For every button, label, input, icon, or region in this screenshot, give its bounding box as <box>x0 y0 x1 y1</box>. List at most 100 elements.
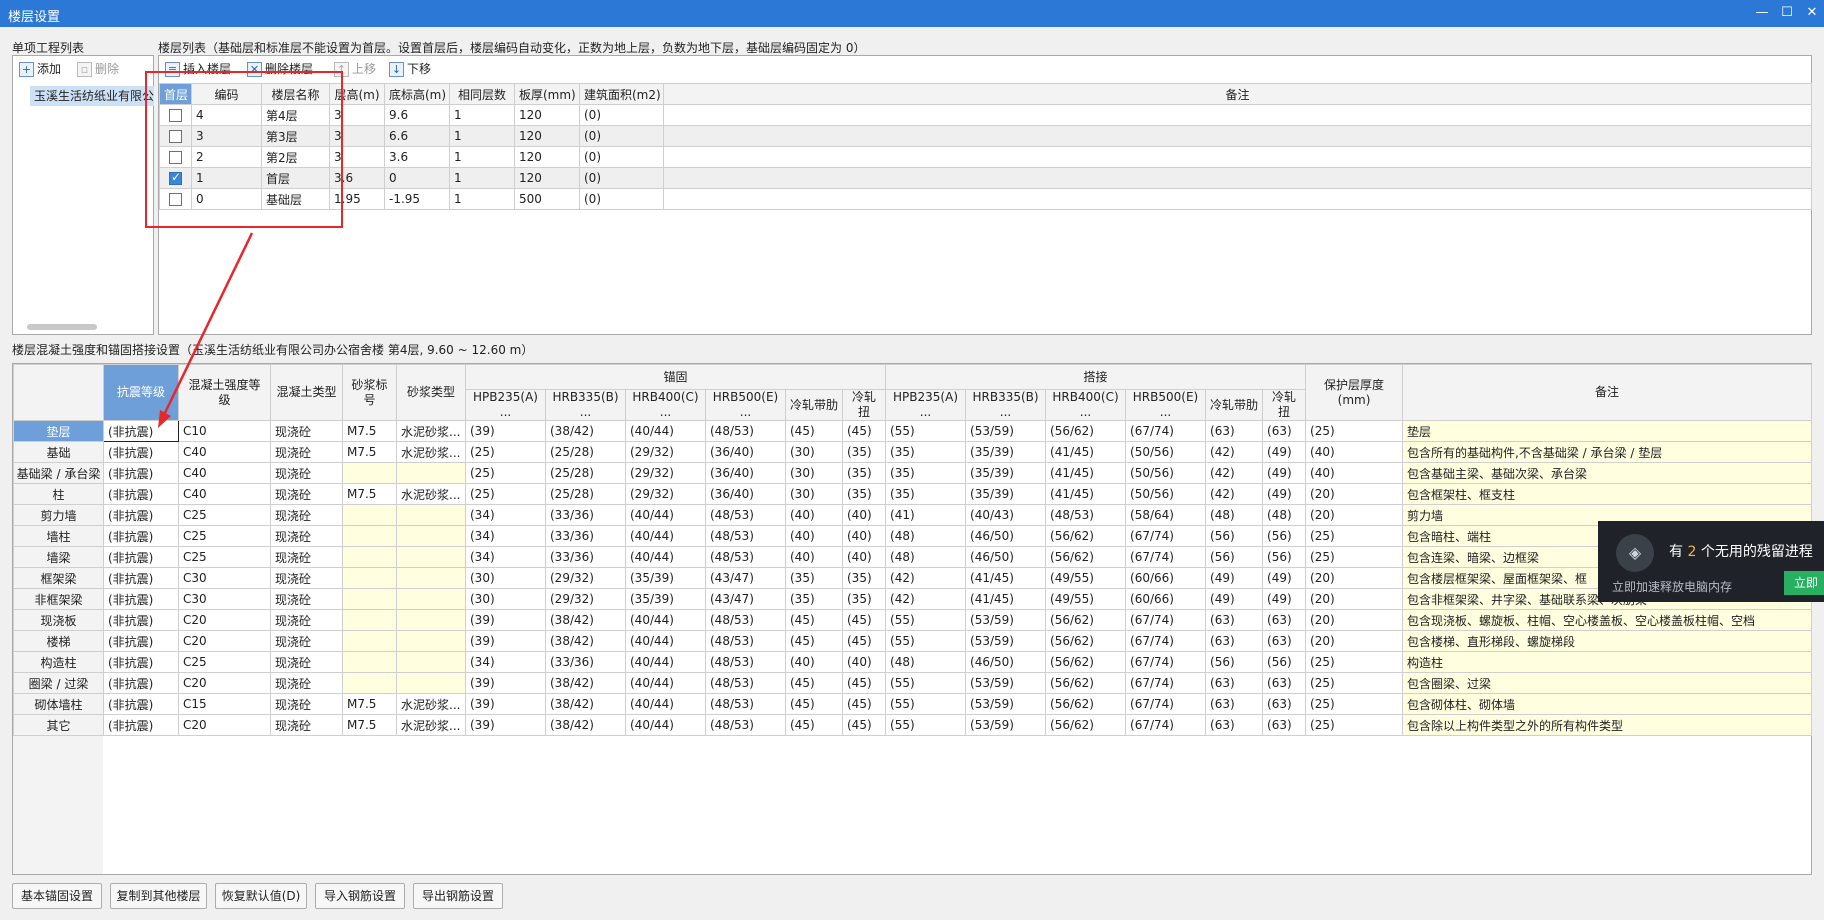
lap-cell[interactable]: (56) <box>1205 546 1264 568</box>
building-area-cell[interactable]: (0) <box>579 188 664 210</box>
anchor-cell[interactable]: (35) <box>841 588 887 610</box>
same-count-cell[interactable]: 1 <box>449 104 515 126</box>
anchor-cell[interactable]: (29/32) <box>625 441 706 463</box>
rebar-row[interactable]: 墙柱 (非抗震) C25 现浇砼 (34) (33/36) (40/44) (48/53) (4… <box>13 525 1812 547</box>
anchor-cell[interactable]: (40/44) <box>625 672 706 694</box>
lap-cell[interactable]: (41/45) <box>1045 462 1127 484</box>
concrete-grade-cell[interactable]: C20 <box>178 630 271 652</box>
anchor-cell[interactable]: (40) <box>841 651 887 673</box>
floor-row[interactable]: 4 第4层 3 9.6 1 120 (0) <box>159 104 1812 126</box>
lap-cell[interactable]: (46/50) <box>965 546 1047 568</box>
lap-cell[interactable]: (63) <box>1262 693 1307 715</box>
rebar-note-cell[interactable]: 构造柱 <box>1402 651 1812 673</box>
mortar-grade-cell[interactable] <box>342 567 397 589</box>
bottom-elevation-cell[interactable]: 9.6 <box>384 104 450 126</box>
rebar-row[interactable]: 垫层 (非抗震) C10 现浇砼 M7.5 水泥砂浆... (39) (38/42) (40/4… <box>13 420 1812 442</box>
anchor-cell[interactable]: (48/53) <box>705 651 786 673</box>
anchor-cell[interactable]: (34) <box>465 546 546 568</box>
lap-cell[interactable]: (49) <box>1262 462 1307 484</box>
lap-cell[interactable]: (63) <box>1205 714 1264 736</box>
rebar-note-cell[interactable]: 包含楼梯、直形梯段、螺旋梯段 <box>1402 630 1812 652</box>
mortar-grade-cell[interactable]: M7.5 <box>342 420 397 442</box>
col-anchor-hrb335[interactable]: HRB335(B) ... <box>545 389 626 421</box>
lap-cell[interactable]: (56/62) <box>1045 651 1127 673</box>
anchor-cell[interactable]: (38/42) <box>545 672 626 694</box>
col-mortar-grade[interactable]: 砂浆标号 <box>342 364 397 421</box>
lap-cell[interactable]: (53/59) <box>965 672 1047 694</box>
mortar-grade-cell[interactable] <box>342 525 397 547</box>
lap-cell[interactable]: (42) <box>1205 483 1264 505</box>
lap-cell[interactable]: (55) <box>885 672 967 694</box>
anchor-cell[interactable]: (40/44) <box>625 420 706 442</box>
seismic-cell[interactable]: (非抗震) <box>103 672 179 694</box>
anchor-cell[interactable]: (33/36) <box>545 546 626 568</box>
col-lap-hrb335[interactable]: HRB335(B) ... <box>965 389 1047 421</box>
anchor-cell[interactable]: (36/40) <box>705 483 786 505</box>
anchor-cell[interactable]: (38/42) <box>545 630 626 652</box>
mortar-grade-cell[interactable]: M7.5 <box>342 483 397 505</box>
concrete-type-cell[interactable]: 现浇砼 <box>270 525 343 547</box>
row-header[interactable]: 剪力墙 <box>13 504 104 526</box>
export-rebar-button[interactable]: 导出钢筋设置 <box>413 883 503 909</box>
anchor-cell[interactable]: (40/44) <box>625 714 706 736</box>
building-area-cell[interactable]: (0) <box>579 146 664 168</box>
lap-cell[interactable]: (63) <box>1262 420 1307 442</box>
rebar-row[interactable]: 框架梁 (非抗震) C30 现浇砼 (30) (29/32) (35/39) (43/47)(… <box>13 567 1812 589</box>
lap-cell[interactable]: (67/74) <box>1125 546 1207 568</box>
anchor-cell[interactable]: (48/53) <box>705 420 786 442</box>
mortar-grade-cell[interactable] <box>342 672 397 694</box>
lap-cell[interactable]: (40/43) <box>965 504 1047 526</box>
concrete-grade-cell[interactable]: C10 <box>178 420 271 442</box>
lap-cell[interactable]: (58/64) <box>1125 504 1207 526</box>
lap-cell[interactable]: (67/74) <box>1125 714 1207 736</box>
protect-thickness-cell[interactable]: (25) <box>1305 420 1404 442</box>
row-header[interactable]: 其它 <box>13 714 104 736</box>
row-header[interactable]: 垫层 <box>13 420 104 442</box>
lap-cell[interactable]: (60/66) <box>1125 588 1207 610</box>
close-button[interactable]: ✕ <box>1800 2 1824 24</box>
rebar-note-cell[interactable]: 包含除以上构件类型之外的所有构件类型 <box>1402 714 1812 736</box>
mortar-type-cell[interactable] <box>396 651 466 673</box>
anchor-cell[interactable]: (35/39) <box>625 588 706 610</box>
concrete-grade-cell[interactable]: C25 <box>178 546 271 568</box>
lap-cell[interactable]: (41/45) <box>965 588 1047 610</box>
col-mortar-type[interactable]: 砂浆类型 <box>396 364 466 421</box>
anchor-cell[interactable]: (35) <box>841 462 887 484</box>
lap-cell[interactable]: (35/39) <box>965 462 1047 484</box>
col-building-area[interactable]: 建筑面积(m2) <box>579 83 664 105</box>
lap-cell[interactable]: (41) <box>885 504 967 526</box>
anchor-cell[interactable]: (39) <box>465 672 546 694</box>
lap-cell[interactable]: (56) <box>1262 651 1307 673</box>
rebar-row[interactable]: 其它 (非抗震) C20 现浇砼 M7.5 水泥砂浆... (39) (38/42) (40/4… <box>13 714 1812 736</box>
protect-thickness-cell[interactable]: (40) <box>1305 441 1404 463</box>
anchor-cell[interactable]: (35) <box>841 483 887 505</box>
lap-cell[interactable]: (63) <box>1262 630 1307 652</box>
mortar-type-cell[interactable] <box>396 504 466 526</box>
anchor-cell[interactable]: (40/44) <box>625 504 706 526</box>
lap-cell[interactable]: (35) <box>885 483 967 505</box>
anchor-cell[interactable]: (38/42) <box>545 693 626 715</box>
protect-thickness-cell[interactable]: (20) <box>1305 567 1404 589</box>
col-anchor-cold-ribbed[interactable]: 冷轧带肋 <box>785 389 843 421</box>
col-lap-cold-twisted[interactable]: 冷轧扭 <box>1262 389 1307 421</box>
seismic-cell[interactable]: (非抗震) <box>103 420 179 442</box>
concrete-grade-cell[interactable]: C25 <box>178 504 271 526</box>
rebar-row[interactable]: 非框架梁 (非抗震) C30 现浇砼 (30) (29/32) (35/39) (43/47)… <box>13 588 1812 610</box>
lap-cell[interactable]: (55) <box>885 609 967 631</box>
mortar-type-cell[interactable] <box>396 609 466 631</box>
same-count-cell[interactable]: 1 <box>449 188 515 210</box>
lap-cell[interactable]: (56/62) <box>1045 546 1127 568</box>
rebar-note-cell[interactable]: 包含基础主梁、基础次梁、承台梁 <box>1402 462 1812 484</box>
concrete-type-cell[interactable]: 现浇砼 <box>270 651 343 673</box>
concrete-grade-cell[interactable]: C15 <box>178 693 271 715</box>
col-note[interactable]: 备注 <box>663 83 1812 105</box>
anchor-cell[interactable]: (29/32) <box>625 462 706 484</box>
concrete-grade-cell[interactable]: C40 <box>178 441 271 463</box>
lap-cell[interactable]: (49) <box>1205 567 1264 589</box>
lap-cell[interactable]: (35) <box>885 441 967 463</box>
concrete-grade-cell[interactable]: C40 <box>178 462 271 484</box>
anchor-cell[interactable]: (43/47) <box>705 567 786 589</box>
mortar-type-cell[interactable] <box>396 546 466 568</box>
bottom-elevation-cell[interactable]: 0 <box>384 167 450 189</box>
bottom-elevation-cell[interactable]: -1.95 <box>384 188 450 210</box>
